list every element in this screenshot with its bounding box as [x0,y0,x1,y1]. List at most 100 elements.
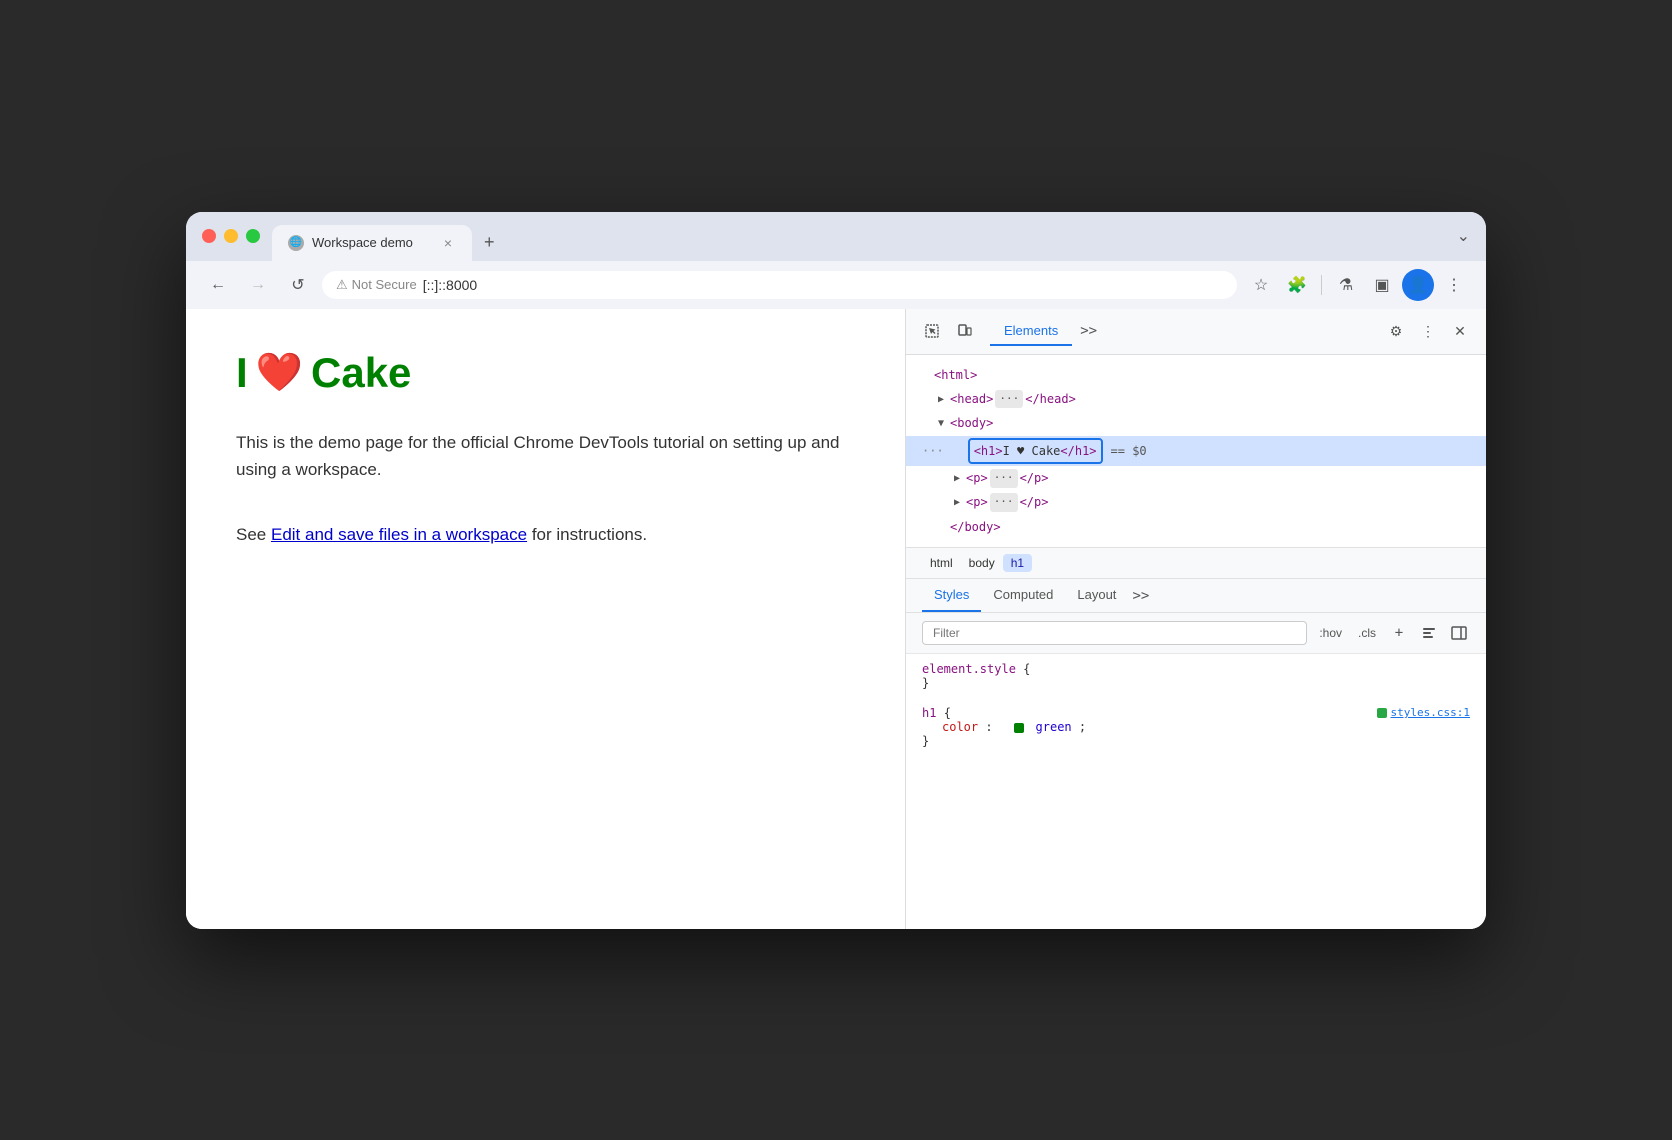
css-rules: element.style { } h1 { [906,654,1486,928]
devtools-toolbar: Elements >> ⚙ ⋮ ✕ [906,309,1486,355]
devtools-panel: Elements >> ⚙ ⋮ ✕ [906,309,1486,929]
devtools-settings: ⚙ ⋮ ✕ [1382,317,1474,345]
traffic-lights [202,229,260,255]
close-button[interactable] [202,229,216,243]
expand-body-icon: ▼ [938,415,948,432]
dom-line-html[interactable]: <html> [906,363,1486,387]
dom-more-button[interactable]: ··· [922,441,944,461]
dom-line-body-close[interactable]: </body> [906,515,1486,539]
dom-tree: <html> ▶ <head> ··· </head> ▼ <body> [906,355,1486,549]
h1-element-highlight: <h1>I ♥ Cake</h1> [968,438,1103,464]
h1-color-property[interactable]: color : green ; [922,720,1470,734]
maximize-button[interactable] [246,229,260,243]
source-filename: styles.css:1 [1391,706,1470,719]
add-style-button[interactable]: + [1388,622,1410,644]
expand-p1-icon: ▶ [954,470,964,487]
page-heading: I ❤️ Cake [236,349,855,397]
title-bar: 🌐 Workspace demo × + ⌄ [186,212,1486,261]
heading-i-text: I [236,349,248,397]
dom-line-body[interactable]: ▼ <body> [906,411,1486,435]
minimize-button[interactable] [224,229,238,243]
browser-tab[interactable]: 🌐 Workspace demo × [272,225,472,261]
gear-icon: ⚙ [1390,323,1403,340]
for-instructions-text: for instructions. [532,525,647,544]
styles-tab-styles[interactable]: Styles [922,579,981,612]
url-text: [::]::8000 [423,277,477,293]
inspect-element-button[interactable] [918,317,946,345]
devtools-tabs: Elements >> [990,317,1378,346]
expand-head-icon: ▶ [938,391,948,408]
dom-line-p1[interactable]: ▶ <p> ··· </p> [906,466,1486,490]
dom-line-h1[interactable]: ··· <h1>I ♥ Cake</h1> == $0 [906,436,1486,466]
new-tab-button[interactable]: + [472,224,507,261]
new-rule-button[interactable] [1418,622,1440,644]
h1-selector-line[interactable]: h1 { styles.css:1 [922,706,1470,720]
p1-ellipsis: ··· [990,469,1018,488]
breadcrumbs: html body h1 [906,548,1486,579]
dom-line-p2[interactable]: ▶ <p> ··· </p> [906,490,1486,514]
main-area: I ❤️ Cake This is the demo page for the … [186,309,1486,929]
profile-button[interactable]: 👤 [1402,269,1434,301]
dom-line-head[interactable]: ▶ <head> ··· </head> [906,387,1486,411]
breadcrumb-h1[interactable]: h1 [1003,554,1032,572]
expand-p2-icon: ▶ [954,494,964,511]
forward-button[interactable]: → [242,269,274,301]
settings-button[interactable]: ⚙ [1382,317,1410,345]
browser-window: 🌐 Workspace demo × + ⌄ ← → ↺ ⚠ Not Secur… [186,212,1486,929]
more-tabs-button[interactable]: >> [1072,323,1105,339]
h1-rule: h1 { styles.css:1 color : [922,706,1470,748]
hov-button[interactable]: :hov [1315,624,1346,642]
back-button[interactable]: ← [202,269,234,301]
tab-close-button[interactable]: × [440,233,456,253]
dollar-zero: == $0 [1111,441,1147,461]
workspace-link[interactable]: Edit and save files in a workspace [271,525,527,544]
close-icon: ✕ [1454,323,1466,340]
heading-cake-text: Cake [311,349,411,397]
split-view-button[interactable]: ▣ [1366,269,1398,301]
more-dots-icon: ⋮ [1421,323,1435,340]
color-swatch[interactable] [1014,723,1024,733]
cls-button[interactable]: .cls [1354,624,1380,642]
reload-button[interactable]: ↺ [282,269,314,301]
p2-ellipsis: ··· [990,493,1018,512]
breadcrumb-html[interactable]: html [922,554,961,572]
nav-actions: ☆ 🧩 ⚗ ▣ 👤 ⋮ [1245,269,1470,301]
bookmark-button[interactable]: ☆ [1245,269,1277,301]
sidebar-icon [1451,625,1467,641]
address-bar[interactable]: ⚠ Not Secure [::]::8000 [322,271,1237,299]
styles-tabs: Styles Computed Layout >> [906,579,1486,613]
device-icon [956,323,972,339]
split-icon: ▣ [1374,275,1389,295]
menu-button[interactable]: ⋮ [1438,269,1470,301]
toggle-sidebar-button[interactable] [1448,622,1470,644]
elements-tab[interactable]: Elements [990,317,1072,346]
more-styles-tabs-button[interactable]: >> [1132,588,1149,604]
styles-tab-computed[interactable]: Computed [981,579,1065,612]
not-secure-indicator: ⚠ Not Secure [336,277,417,293]
nav-divider [1321,275,1322,295]
breadcrumb-body[interactable]: body [961,554,1003,572]
tab-favicon: 🌐 [288,235,304,251]
tab-menu-button[interactable]: ⌄ [1457,226,1470,258]
styles-tab-layout[interactable]: Layout [1065,579,1128,612]
more-options-button[interactable]: ⋮ [1414,317,1442,345]
tabs-area: 🌐 Workspace demo × + [272,224,1445,261]
filter-buttons: :hov .cls + [1315,622,1470,644]
device-toolbar-button[interactable] [950,317,978,345]
green-dot-icon [1377,708,1387,718]
head-ellipsis: ··· [995,390,1023,409]
element-style-selector[interactable]: element.style { [922,662,1470,676]
labs-button[interactable]: ⚗ [1330,269,1362,301]
page-body-text: This is the demo page for the official C… [236,429,855,483]
styles-source-link[interactable]: styles.css:1 [1377,706,1470,719]
puzzle-icon: 🧩 [1287,275,1307,295]
avatar-icon: 👤 [1408,275,1428,295]
filter-bar: :hov .cls + [906,613,1486,654]
back-icon: ← [210,276,226,294]
heart-icon: ❤️ [256,351,303,395]
filter-input[interactable] [922,621,1307,645]
kebab-icon: ⋮ [1446,275,1462,295]
extensions-button[interactable]: 🧩 [1281,269,1313,301]
close-devtools-button[interactable]: ✕ [1446,317,1474,345]
forward-icon: → [250,276,266,294]
